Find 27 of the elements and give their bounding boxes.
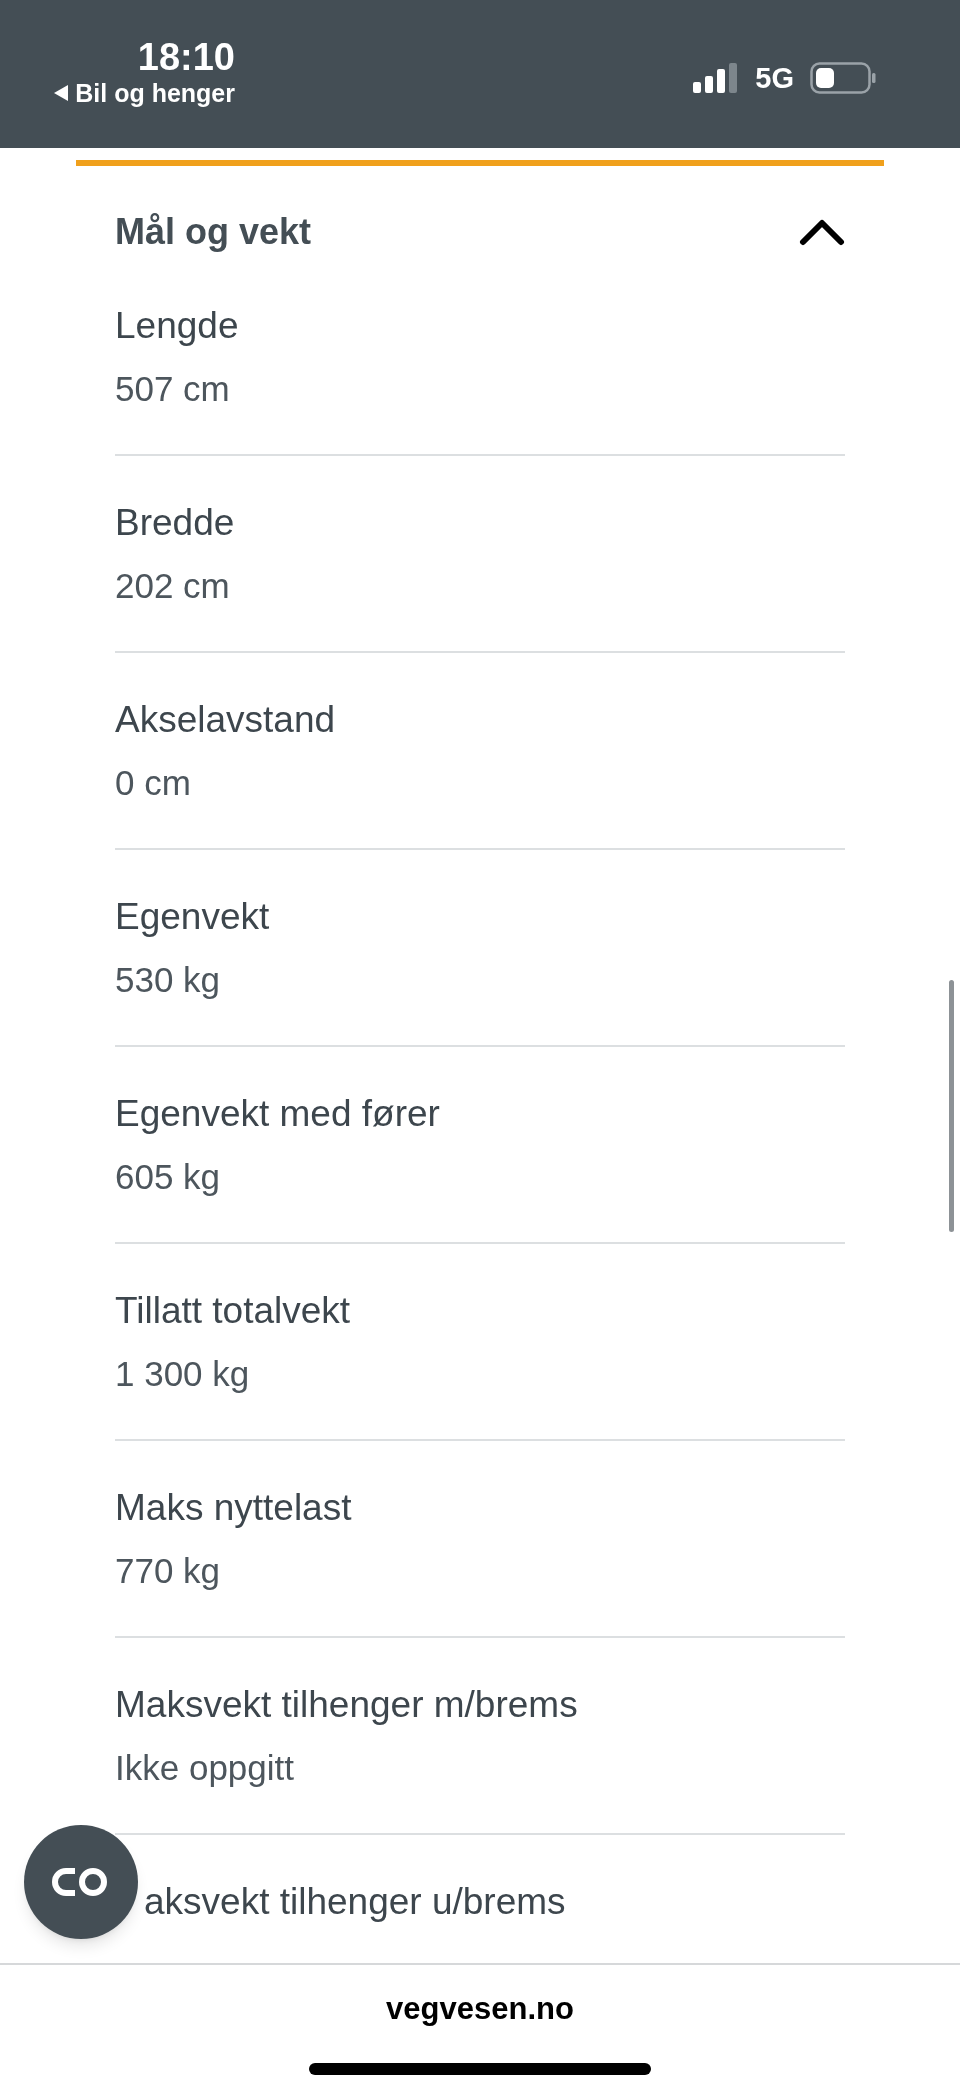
signal-icon xyxy=(693,63,740,93)
field-label: Egenvekt med fører xyxy=(115,1092,440,1136)
battery-icon xyxy=(810,62,876,94)
field-value: 530 kg xyxy=(115,959,221,1001)
collapse-button[interactable] xyxy=(798,217,846,247)
field-label: Maks nyttelast xyxy=(115,1486,352,1530)
field-value: 770 kg xyxy=(115,1550,221,1592)
field-label: Egenvekt xyxy=(115,895,270,939)
field-label: aksvekt tilhenger u/brems xyxy=(144,1880,566,1924)
field-value: 1 300 kg xyxy=(115,1353,250,1395)
field-label: Maksvekt tilhenger m/brems xyxy=(115,1683,578,1727)
chevron-up-icon xyxy=(799,218,845,246)
network-label: 5G xyxy=(755,62,794,94)
field-value: 0 cm xyxy=(115,762,191,804)
back-triangle-icon xyxy=(53,84,70,102)
field-label: Bredde xyxy=(115,501,235,545)
back-link[interactable]: Bil og henger xyxy=(53,78,235,108)
field-value: 507 cm xyxy=(115,368,230,410)
field-value: 202 cm xyxy=(115,565,230,607)
field-label: Tillatt totalvekt xyxy=(115,1289,351,1333)
url-text[interactable]: vegvesen.no xyxy=(386,1989,574,2029)
section-title: Mål og vekt xyxy=(115,210,312,254)
field-label: Akselavstand xyxy=(115,698,336,742)
field-value: Ikke oppgitt xyxy=(115,1747,294,1789)
field-label: Lengde xyxy=(115,304,239,348)
field-value: 605 kg xyxy=(115,1156,221,1198)
clock-time: 18:10 xyxy=(137,36,235,78)
